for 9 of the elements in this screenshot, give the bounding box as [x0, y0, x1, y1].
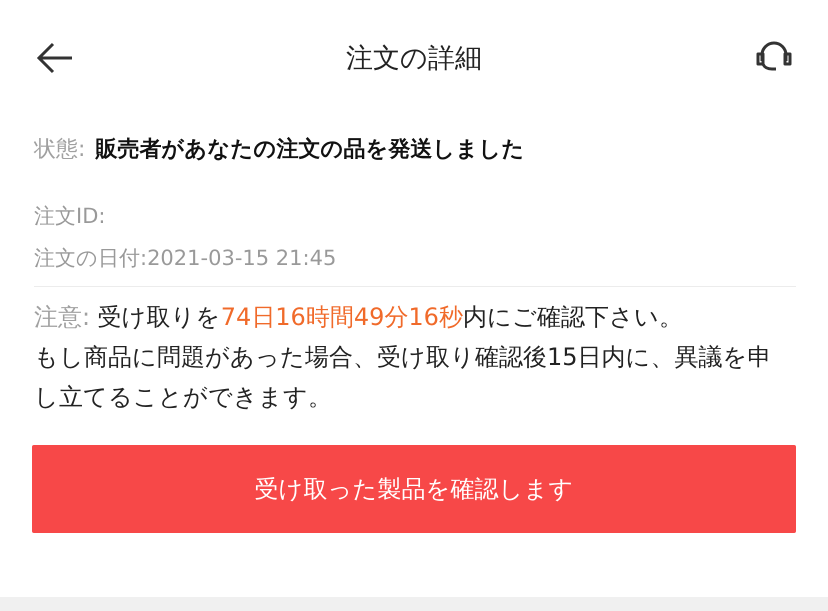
back-arrow-icon: [36, 42, 74, 74]
back-button[interactable]: [36, 42, 74, 74]
confirm-receipt-button[interactable]: 受け取った製品を確認します: [32, 445, 796, 533]
status-value: 販売者があなたの注文の品を発送しました: [95, 136, 524, 164]
order-date: 注文の日付:2021-03-15 21:45: [34, 245, 338, 272]
page-title: 注文の詳細: [346, 42, 482, 76]
status-label: 状態:: [34, 136, 86, 164]
order-id: 注文ID:: [34, 203, 106, 230]
notice-text: 注意: 受け取りを 74日16時間49分16秒内にご確認下さい。 もし商品に問題があった場合、受け取り確認後15日内に、異議を申し立てることができます。: [34, 302, 773, 413]
